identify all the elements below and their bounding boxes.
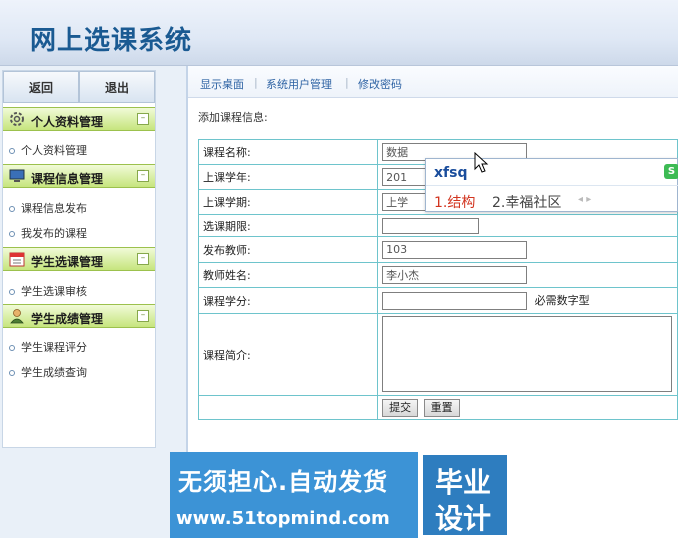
ime-logo-icon: S <box>664 164 678 179</box>
ime-candidate-popup: xfsq S 1.结构 2.幸福社区 ◂ ▸ <box>425 158 678 212</box>
sidebar: 返回 退出 个人资料管理 – 个人资料管理 课程信息管理 – 课程信息发布 我发… <box>0 66 186 538</box>
gear-icon <box>10 112 24 126</box>
publishing-teacher-cell <box>377 236 678 263</box>
bullet-icon <box>9 206 15 212</box>
calendar-icon <box>9 252 25 267</box>
label-selection-deadline: 选课期限: <box>197 214 379 237</box>
label-credits: 课程学分: <box>197 287 379 314</box>
bullet-icon <box>9 345 15 351</box>
monitor-icon <box>9 169 25 182</box>
credits-input[interactable] <box>382 291 528 310</box>
section-course-info[interactable]: 课程信息管理 – <box>3 164 155 188</box>
nav-show-desktop[interactable]: 显示桌面 <box>200 76 244 92</box>
label-course-name: 课程名称: <box>197 139 379 165</box>
teacher-name-cell <box>377 262 678 288</box>
course-intro-textarea[interactable] <box>382 316 673 392</box>
watermark-text-1: 无须担心.自动发货 <box>178 468 389 496</box>
collapse-toggle[interactable]: – <box>137 113 149 125</box>
app-title: 网上选课系统 <box>30 26 193 56</box>
collapse-toggle[interactable]: – <box>137 253 149 265</box>
collapse-toggle[interactable]: – <box>137 170 149 182</box>
section-label: 个人资料管理 <box>31 115 104 129</box>
credits-hint: 必需数字型 <box>534 293 590 307</box>
watermark-left: 无须担心.自动发货 www.51topmind.com <box>170 452 418 538</box>
section-label: 学生选课管理 <box>31 255 104 269</box>
selection-deadline-cell <box>377 214 678 237</box>
collapse-toggle[interactable]: – <box>137 310 149 322</box>
logout-button[interactable]: 退出 <box>79 71 155 103</box>
nav-separator: | <box>345 76 349 89</box>
bullet-icon <box>9 370 15 376</box>
bullet-icon <box>9 231 15 237</box>
label-teacher-name: 教师姓名: <box>197 262 379 288</box>
label-publishing-teacher: 发布教师: <box>197 236 379 263</box>
ime-candidate-2[interactable]: 2.幸福社区 <box>492 192 561 212</box>
mouse-cursor-icon <box>474 152 489 173</box>
ime-input-text: xfsq <box>434 165 468 181</box>
sidebar-item-my-courses[interactable]: 我发布的课程 <box>9 225 87 241</box>
reset-button[interactable]: 重置 <box>423 398 460 417</box>
label-course-intro: 课程简介: <box>197 313 379 396</box>
watermark-text-2: 毕业 <box>435 466 492 499</box>
submit-button[interactable]: 提交 <box>382 398 419 417</box>
label-semester: 上课学期: <box>197 189 379 215</box>
user-icon <box>10 309 24 324</box>
section-label: 课程信息管理 <box>31 172 104 186</box>
section-label: 学生成绩管理 <box>31 312 104 326</box>
ime-candidate-1[interactable]: 1.结构 <box>434 192 475 212</box>
sidebar-item-grade-query[interactable]: 学生成绩查询 <box>9 364 87 380</box>
actions-cell: 提交 重置 <box>377 395 678 420</box>
sidebar-item-label: 课程信息发布 <box>21 202 87 215</box>
sidebar-item-label: 个人资料管理 <box>21 144 87 157</box>
sidebar-panel: 返回 退出 个人资料管理 – 个人资料管理 课程信息管理 – 课程信息发布 我发… <box>2 70 156 448</box>
selection-deadline-input[interactable] <box>382 217 480 234</box>
watermark-right: 毕业 设计 <box>420 452 510 538</box>
ime-divider <box>426 185 678 186</box>
sidebar-item-course-grading[interactable]: 学生课程评分 <box>9 339 87 355</box>
sidebar-item-label: 学生课程评分 <box>21 341 87 354</box>
credits-cell: 必需数字型 <box>377 287 678 314</box>
watermark-banner: 无须担心.自动发货 www.51topmind.com 毕业 设计 <box>170 452 510 538</box>
sidebar-item-selection-review[interactable]: 学生选课审核 <box>9 283 87 299</box>
blank-cell <box>197 395 379 420</box>
header: 网上选课系统 <box>0 0 678 66</box>
section-course-selection[interactable]: 学生选课管理 – <box>3 247 155 271</box>
section-personal-info[interactable]: 个人资料管理 – <box>3 107 155 131</box>
label-school-year: 上课学年: <box>197 164 379 190</box>
ime-page-arrows-icon[interactable]: ◂ ▸ <box>578 194 591 205</box>
publishing-teacher-input[interactable] <box>382 240 528 259</box>
sidebar-item-personal-info[interactable]: 个人资料管理 <box>9 142 87 158</box>
sidebar-item-label: 学生选课审核 <box>21 285 87 298</box>
watermark-text-3: 设计 <box>435 502 492 535</box>
sidebar-item-course-publish[interactable]: 课程信息发布 <box>9 200 87 216</box>
nav-change-password[interactable]: 修改密码 <box>358 76 402 92</box>
sidebar-item-label: 学生成绩查询 <box>21 366 87 379</box>
bullet-icon <box>9 148 15 154</box>
bullet-icon <box>9 289 15 295</box>
watermark-url: www.51topmind.com <box>176 508 390 529</box>
nav-user-management[interactable]: 系统用户管理 <box>266 76 332 92</box>
teacher-name-input[interactable] <box>382 266 528 284</box>
nav-separator: | <box>254 76 258 89</box>
back-button[interactable]: 返回 <box>3 71 79 103</box>
sidebar-item-label: 我发布的课程 <box>21 227 87 240</box>
course-intro-cell <box>377 313 678 396</box>
form-heading: 添加课程信息: <box>198 111 268 124</box>
section-grade-management[interactable]: 学生成绩管理 – <box>3 304 155 328</box>
top-nav: 显示桌面 | 系统用户管理 | 修改密码 <box>188 66 678 98</box>
